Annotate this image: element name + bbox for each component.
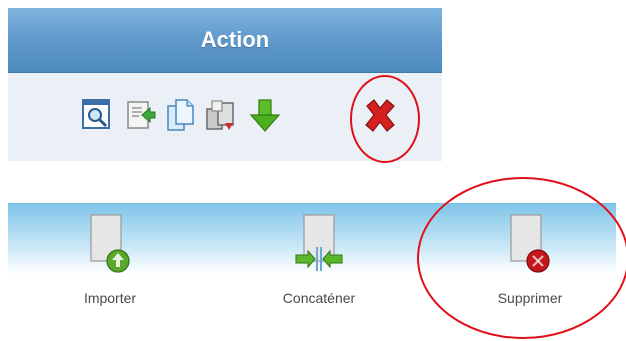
copy-icon[interactable]: [164, 97, 198, 133]
download-icon[interactable]: [248, 97, 282, 133]
preview-icon[interactable]: [80, 97, 114, 133]
toolbar: Importer Concaténer Supprimer: [8, 203, 616, 318]
export-icon[interactable]: [124, 97, 158, 133]
import-button[interactable]: Importer: [50, 213, 170, 313]
import-icon: [85, 213, 135, 277]
concatenate-button[interactable]: Concaténer: [259, 213, 379, 313]
delete-button[interactable]: Supprimer: [470, 213, 590, 313]
duplicate-icon[interactable]: [204, 97, 238, 133]
action-header: Action: [8, 8, 442, 73]
concatenate-icon: [294, 213, 344, 277]
delete-file-icon: [505, 213, 555, 277]
delete-icon[interactable]: [362, 97, 398, 133]
action-title: Action: [200, 27, 270, 52]
action-icon-bar: [8, 73, 442, 161]
delete-label: Supprimer: [497, 290, 563, 306]
concatenate-label: Concaténer: [282, 290, 356, 306]
import-label: Importer: [83, 290, 137, 306]
